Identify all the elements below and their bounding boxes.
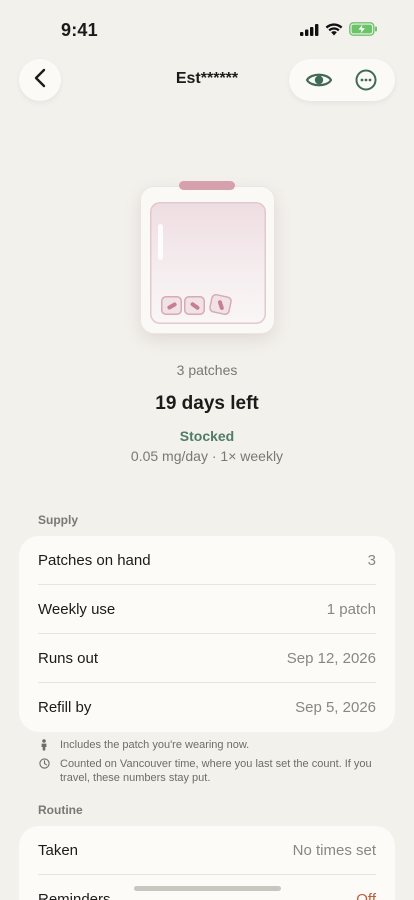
row-value: Off [356, 891, 376, 900]
row-value: No times set [292, 841, 376, 859]
row-label: Taken [38, 841, 79, 859]
note-text: Includes the patch you're wearing now. [60, 739, 250, 751]
routine-row-taken[interactable]: Taken No times set [38, 826, 376, 875]
note-text: Counted on Vancouver time, where you las… [60, 758, 372, 784]
supply-card: Patches on hand 3 Weekly use 1 patch Run… [19, 536, 395, 732]
eye-icon [305, 73, 332, 87]
status-icons [300, 22, 378, 41]
row-label: Runs out [38, 649, 99, 667]
patch-box-gloss [158, 224, 163, 260]
row-value: 1 patch [326, 600, 376, 618]
patch-count: 3 patches [176, 362, 238, 378]
row-value: 3 [367, 551, 376, 569]
more-icon [355, 69, 376, 91]
row-label: Refill by [38, 699, 92, 716]
signal-icon [300, 23, 319, 41]
supply-row-refill-by: Refill by Sep 5, 2026 [38, 683, 376, 732]
status-time: 9:41 [61, 20, 98, 40]
row-label: Patches on hand [38, 551, 151, 569]
row-label: Weekly use [38, 600, 116, 618]
visibility-button[interactable] [301, 62, 337, 98]
patch-icon [184, 296, 205, 315]
supply-notes: Includes the patch you're wearing now. C… [38, 738, 378, 790]
home-indicator [134, 886, 281, 891]
patch-icon [161, 296, 182, 315]
routine-section-label: Routine [38, 803, 83, 817]
patch-icon [208, 293, 233, 316]
status-bar: 9:41 [0, 0, 414, 56]
days-left: 19 days left [155, 393, 259, 414]
person-icon [38, 738, 50, 751]
supply-row-patches-on-hand[interactable]: Patches on hand 3 [38, 536, 376, 585]
patch-box-tab [179, 181, 235, 190]
clock-icon [38, 757, 50, 769]
row-label: Reminders [38, 891, 111, 900]
note-item: Includes the patch you're wearing now. [38, 738, 378, 752]
note-item: Counted on Vancouver time, where you las… [38, 757, 378, 785]
row-value: Sep 12, 2026 [286, 649, 376, 667]
patch-box-illustration [139, 180, 276, 336]
more-options-button[interactable] [348, 62, 384, 98]
stock-status-badge: Stocked [179, 428, 235, 444]
supply-row-weekly-use[interactable]: Weekly use 1 patch [38, 585, 376, 634]
dose-info: 0.05 mg/day · 1× weekly [130, 448, 284, 464]
supply-section-label: Supply [38, 513, 79, 527]
battery-charging-icon [349, 22, 378, 41]
row-value: Sep 5, 2026 [295, 699, 376, 716]
wifi-icon [325, 22, 343, 41]
supply-row-runs-out: Runs out Sep 12, 2026 [38, 634, 376, 683]
header-actions [289, 59, 395, 101]
